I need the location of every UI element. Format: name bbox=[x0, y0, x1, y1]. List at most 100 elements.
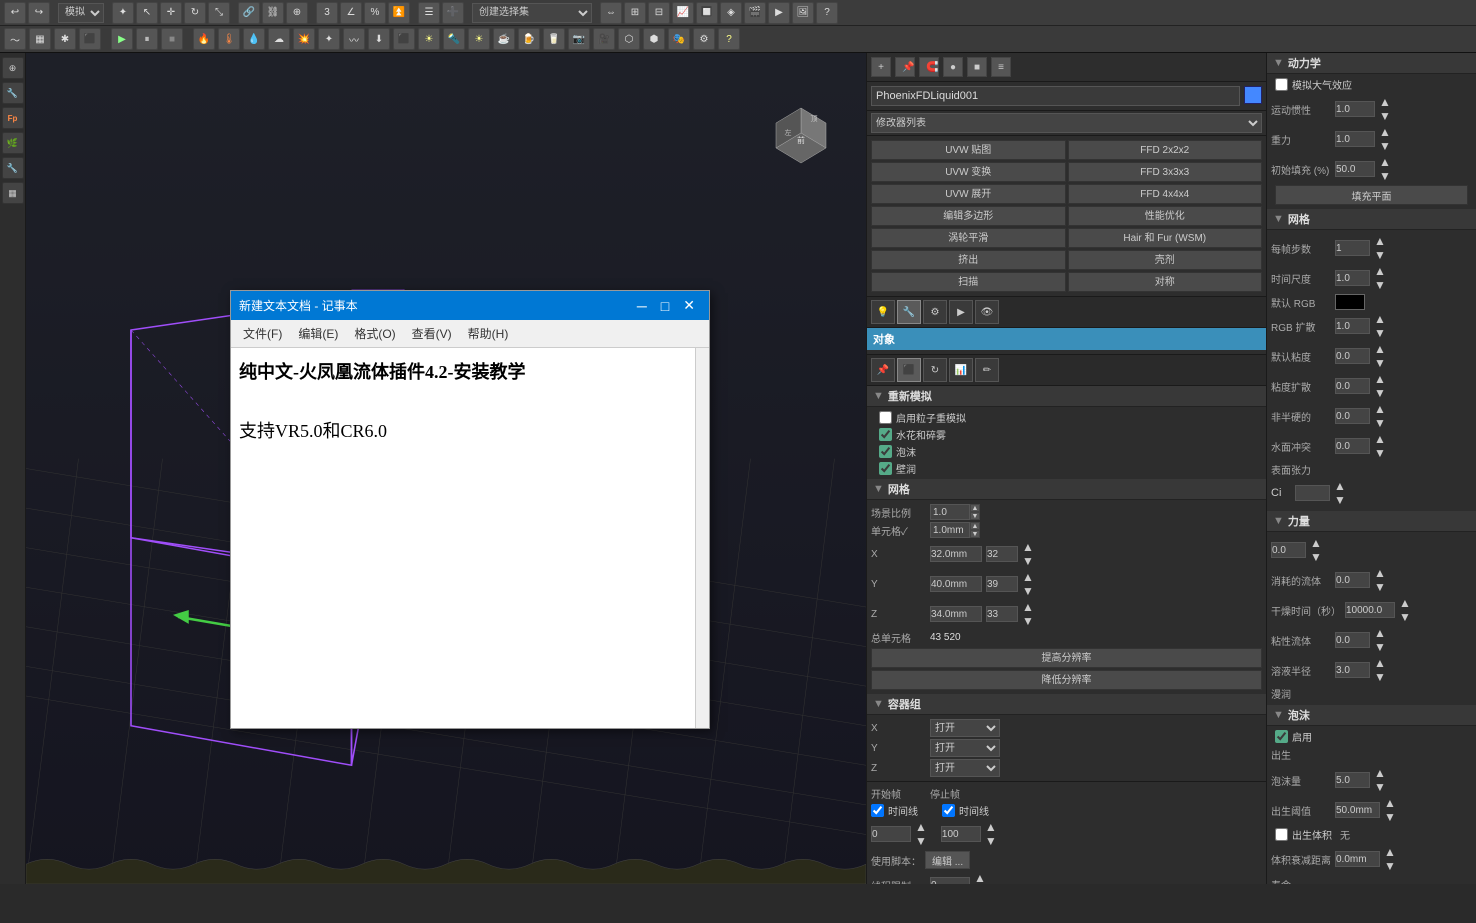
notepad-minimize-btn[interactable]: ─ bbox=[631, 297, 653, 314]
wind-icon-btn[interactable]: 〰 bbox=[343, 28, 365, 50]
viscosity-expand-input[interactable] bbox=[1335, 378, 1370, 394]
notepad-maximize-btn[interactable]: □ bbox=[655, 297, 675, 314]
scale-btn[interactable]: ⤡ bbox=[208, 2, 230, 24]
misc4-btn[interactable]: ⚙ bbox=[693, 28, 715, 50]
ffd-2x2-btn[interactable]: FFD 2x2x2 bbox=[1068, 140, 1263, 160]
angle-snap-btn[interactable]: ∠ bbox=[340, 2, 362, 24]
fp-logo-btn[interactable]: Fp bbox=[2, 107, 24, 129]
container-y-select[interactable]: 打开 bbox=[930, 739, 1000, 757]
explosion-icon-btn[interactable]: 💥 bbox=[293, 28, 315, 50]
sub-icon-pin[interactable]: 📌 bbox=[871, 358, 895, 382]
deflector-icon-btn[interactable]: ⬛ bbox=[393, 28, 415, 50]
force-input[interactable] bbox=[1271, 542, 1306, 558]
turbosmooth-btn[interactable]: 涡轮平滑 bbox=[871, 228, 1066, 248]
foam-enable-check[interactable] bbox=[1275, 730, 1288, 743]
select-combo[interactable]: 创建选择集 bbox=[472, 3, 592, 23]
uvw-unwrap-btn[interactable]: UVW 展开 bbox=[871, 184, 1066, 204]
sweep-btn[interactable]: 扫描 bbox=[871, 272, 1066, 292]
cell-size-input[interactable] bbox=[930, 522, 970, 538]
curve-editor-btn[interactable]: 〜 bbox=[4, 28, 26, 50]
container-x-select[interactable]: 打开 bbox=[930, 719, 1000, 737]
splash-check[interactable] bbox=[879, 462, 892, 475]
tab-icon-display[interactable]: 👁 bbox=[975, 300, 999, 324]
table-btn[interactable]: ▦ bbox=[2, 182, 24, 204]
np-menu-edit[interactable]: 编辑(E) bbox=[290, 322, 346, 345]
tab-icon-lightbulb[interactable]: 💡 bbox=[871, 300, 895, 324]
vol-decay-input[interactable] bbox=[1335, 851, 1380, 867]
dissolve-radius-input[interactable] bbox=[1335, 662, 1370, 678]
grid-right-header[interactable]: ▼ 网格 bbox=[1267, 209, 1476, 230]
start-frame-input[interactable] bbox=[871, 826, 911, 842]
fire-icon-btn[interactable]: 🔥 bbox=[193, 28, 215, 50]
uvw-xform-btn[interactable]: UVW 变换 bbox=[871, 162, 1066, 182]
extrude-btn[interactable]: 挤出 bbox=[871, 250, 1066, 270]
container-section-header[interactable]: ▼ 容器组 bbox=[867, 694, 1266, 715]
grid-x-size[interactable] bbox=[930, 546, 982, 562]
misc3-btn[interactable]: 🎭 bbox=[668, 28, 690, 50]
modifier-list-dropdown[interactable]: 修改器列表 bbox=[871, 113, 1262, 133]
sub-icon-cube[interactable]: ⬛ bbox=[897, 358, 921, 382]
viscosity-input[interactable] bbox=[1335, 348, 1370, 364]
rotate-btn[interactable]: ↻ bbox=[184, 2, 206, 24]
select-obj-btn[interactable]: ✱ bbox=[54, 28, 76, 50]
notepad-scrollbar[interactable] bbox=[695, 348, 709, 728]
array-btn[interactable]: ⊞ bbox=[624, 2, 646, 24]
decrease-resolution-btn[interactable]: 降低分辨率 bbox=[871, 670, 1262, 690]
mode-combo[interactable]: 模拟 bbox=[58, 3, 104, 23]
pin-btn[interactable]: 📌 bbox=[895, 57, 915, 77]
gravity-icon-btn[interactable]: ⬇ bbox=[368, 28, 390, 50]
motion-inherit-input[interactable] bbox=[1335, 101, 1375, 117]
increase-resolution-btn[interactable]: 提高分辨率 bbox=[871, 648, 1262, 668]
link-btn[interactable]: 🔗 bbox=[238, 2, 260, 24]
uvw-map-btn[interactable]: UVW 贴图 bbox=[871, 140, 1066, 160]
undo-btn[interactable]: ↩ bbox=[4, 2, 26, 24]
beer-icon-btn[interactable]: 🍺 bbox=[518, 28, 540, 50]
select-filter-btn[interactable]: ✦ bbox=[112, 2, 134, 24]
select-btn[interactable]: ↖ bbox=[136, 2, 158, 24]
viewcube[interactable]: 前 左 顶 bbox=[766, 103, 836, 173]
birth-threshold-input[interactable] bbox=[1335, 802, 1380, 818]
water-flower-check[interactable] bbox=[879, 428, 892, 441]
ffd-3x3-btn[interactable]: FFD 3x3x3 bbox=[1068, 162, 1263, 182]
np-menu-format[interactable]: 格式(O) bbox=[346, 322, 403, 345]
sub-icon-edit[interactable]: ✏ bbox=[975, 358, 999, 382]
sticky-input[interactable] bbox=[1335, 632, 1370, 648]
particles-icon-btn[interactable]: ✦ bbox=[318, 28, 340, 50]
initial-fill-input[interactable] bbox=[1335, 161, 1375, 177]
grid-z-size[interactable] bbox=[930, 606, 982, 622]
render-frame-btn[interactable]: 🖼 bbox=[792, 2, 814, 24]
wrench-btn[interactable]: 🔧 bbox=[2, 157, 24, 179]
fill-surface-btn[interactable]: 填充平面 bbox=[1275, 185, 1468, 205]
coffee-icon-btn[interactable]: ☕ bbox=[493, 28, 515, 50]
shell-btn[interactable]: 壳剂 bbox=[1068, 250, 1263, 270]
omni-icon-btn[interactable]: ☀ bbox=[418, 28, 440, 50]
water-collide-input[interactable] bbox=[1335, 438, 1370, 454]
play-btn[interactable]: ▶ bbox=[111, 28, 133, 50]
force-header[interactable]: ▼ 力量 bbox=[1267, 511, 1476, 532]
magnet-btn[interactable]: 🧲 bbox=[919, 57, 939, 77]
smoke-icon-btn[interactable]: ☁ bbox=[268, 28, 290, 50]
sub-icon-graph[interactable]: 📊 bbox=[949, 358, 973, 382]
create-panel-btn[interactable]: ⊕ bbox=[2, 57, 24, 79]
spinner-snap-btn[interactable]: ⏫ bbox=[388, 2, 410, 24]
gravity-input[interactable] bbox=[1335, 131, 1375, 147]
bind-btn[interactable]: ⊕ bbox=[286, 2, 308, 24]
grid-section-header[interactable]: ▼ 网格 bbox=[867, 479, 1266, 500]
optimize-btn[interactable]: 性能优化 bbox=[1068, 206, 1263, 226]
schematic-btn[interactable]: 🔲 bbox=[696, 2, 718, 24]
select-region-btn[interactable]: ⬛ bbox=[79, 28, 101, 50]
move-btn[interactable]: ✛ bbox=[160, 2, 182, 24]
options-btn[interactable]: ≡ bbox=[991, 57, 1011, 77]
pct-snap-btn[interactable]: % bbox=[364, 2, 386, 24]
edit-script-btn[interactable]: 编辑 ... bbox=[925, 851, 970, 869]
spot-icon-btn[interactable]: 🔦 bbox=[443, 28, 465, 50]
rgb-color-swatch[interactable] bbox=[1335, 294, 1365, 310]
render-setup-btn[interactable]: 🎬 bbox=[744, 2, 766, 24]
time-steps-check[interactable] bbox=[871, 804, 884, 817]
container-z-select[interactable]: 打开 bbox=[930, 759, 1000, 777]
object-color-swatch[interactable] bbox=[1244, 86, 1262, 104]
semi-rigid-input[interactable] bbox=[1335, 408, 1370, 424]
align-btn[interactable]: ⊟ bbox=[648, 2, 670, 24]
circle-btn[interactable]: ● bbox=[943, 57, 963, 77]
object-name-input[interactable] bbox=[871, 86, 1240, 106]
